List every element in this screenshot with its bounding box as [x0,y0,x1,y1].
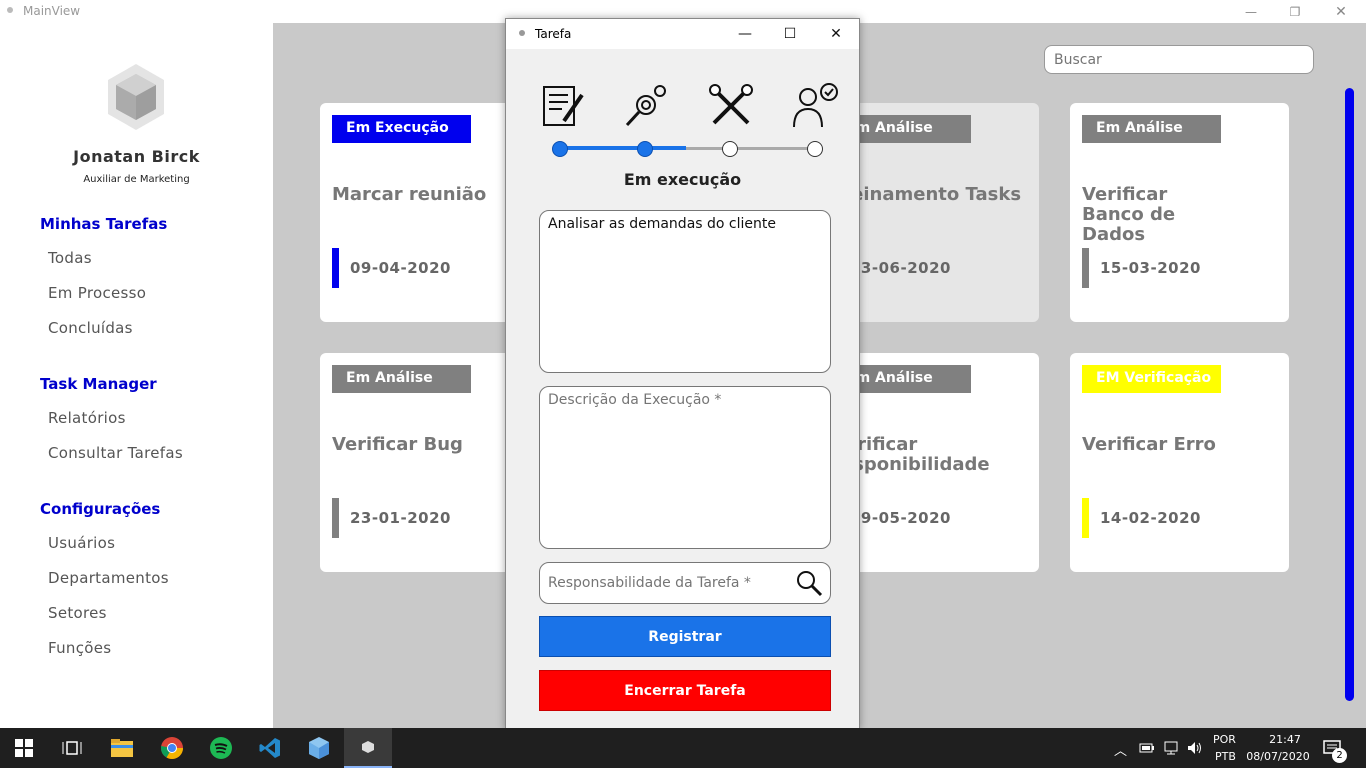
document-edit-icon [543,86,584,126]
spotify-button[interactable] [197,728,245,768]
close-task-button[interactable]: Encerrar Tarefa [539,670,831,711]
network-icon[interactable] [1163,740,1181,756]
app-cube-button[interactable] [295,728,343,768]
dialog-titlebar: Tarefa — ☐ ✕ [506,19,859,49]
task-description-field[interactable]: Analisar as demandas do cliente [539,210,831,373]
status-badge: Em Execução [332,115,471,143]
task-date: 09-04-2020 [350,259,451,277]
nav-item-concluidas[interactable]: Concluídas [48,319,133,337]
task-card[interactable]: Em Análise Verificar Banco de Dados 15-0… [1070,103,1289,322]
step-dot [722,141,738,157]
execution-description-field[interactable] [539,386,831,549]
clock-date[interactable]: 08/07/2020 [1244,750,1312,763]
responsibility-field[interactable] [539,562,831,604]
tools-icon [709,84,753,125]
status-bar [332,498,339,538]
stepper-progress [560,146,686,150]
task-date: 15-03-2020 [1100,259,1201,277]
task-title: Verificar Bug [332,434,463,455]
vscode-button[interactable] [246,728,294,768]
gear-magnifier-icon [625,85,666,127]
volume-icon[interactable] [1186,740,1204,756]
avatar-cube-icon [108,64,164,130]
status-badge: EM Verificação [1082,365,1221,393]
status-bar [1082,248,1089,288]
task-date: 23-01-2020 [350,509,451,527]
close-button[interactable]: ✕ [1318,0,1364,23]
status-badge: Em Análise [332,365,471,393]
register-button[interactable]: Registrar [539,616,831,657]
nav-item-relatorios[interactable]: Relatórios [48,409,126,427]
clock-time[interactable]: 21:47 [1263,733,1307,746]
task-date: 14-02-2020 [1100,509,1201,527]
battery-icon[interactable] [1139,742,1155,754]
nav-item-todas[interactable]: Todas [48,249,92,267]
step-dot [807,141,823,157]
spotify-icon [210,737,232,759]
dialog-minimize-button[interactable]: — [722,19,768,49]
task-title: Marcar reunião [332,184,487,205]
status-bar [332,248,339,288]
chevron-up-icon[interactable]: ︿ [1114,740,1127,759]
task-view-button[interactable] [48,728,96,768]
restore-button[interactable]: ❐ [1272,0,1318,23]
search-input[interactable] [1044,45,1314,74]
user-name: Jonatan Birck [73,147,200,166]
task-title: Verificar Banco de Dados [1082,184,1176,245]
section-minhas-tarefas: Minhas Tarefas [40,215,168,233]
task-title: Verificar Erro [1082,434,1216,455]
step-dot [637,141,653,157]
cube-icon [309,737,329,759]
windows-icon [15,739,33,757]
language-bottom[interactable]: PTB [1215,750,1236,763]
nav-item-consultar-tarefas[interactable]: Consultar Tarefas [48,444,183,462]
nav-item-usuarios[interactable]: Usuários [48,534,115,552]
status-badge: Em Análise [1082,115,1221,143]
person-check-icon [793,83,838,128]
language-top[interactable]: POR [1213,733,1236,746]
folder-icon [111,739,133,757]
task-title: Treinamento Tasks [832,184,1022,205]
minimize-button[interactable]: — [1228,0,1274,23]
notification-count: 2 [1332,748,1347,763]
nav-item-setores[interactable]: Setores [48,604,107,622]
task-date: 03-06-2020 [850,259,951,277]
task-view-icon [62,741,82,755]
dialog-app-icon [519,30,525,36]
user-role: Auxiliar de Marketing [83,174,190,185]
task-dialog: Tarefa — ☐ ✕ Em execução Analisar as dem… [505,18,860,730]
section-task-manager: Task Manager [40,375,157,393]
vscode-icon [259,738,280,758]
mainview-taskbar-button[interactable] [344,728,392,768]
section-configuracoes: Configurações [40,500,161,518]
dialog-maximize-button[interactable]: ☐ [767,19,813,49]
task-date: 19-05-2020 [850,509,951,527]
start-button[interactable] [0,728,48,768]
app-icon [7,7,13,13]
nav-item-funcoes[interactable]: Funções [48,639,111,657]
step-status: Em execução [623,170,742,189]
chrome-button[interactable] [148,728,196,768]
task-card[interactable]: EM Verificação Verificar Erro 14-02-2020 [1070,353,1289,572]
search-icon[interactable] [795,569,823,597]
nav-item-departamentos[interactable]: Departamentos [48,569,169,587]
dialog-title: Tarefa [535,27,572,41]
step-dot [552,141,568,157]
scrollbar[interactable] [1345,88,1354,701]
file-explorer-button[interactable] [98,728,146,768]
status-bar [1082,498,1089,538]
dialog-close-button[interactable]: ✕ [813,19,859,49]
window-title: MainView [23,4,81,18]
chrome-icon [161,737,183,759]
app-icon [362,741,374,753]
nav-item-em-processo[interactable]: Em Processo [48,284,146,302]
